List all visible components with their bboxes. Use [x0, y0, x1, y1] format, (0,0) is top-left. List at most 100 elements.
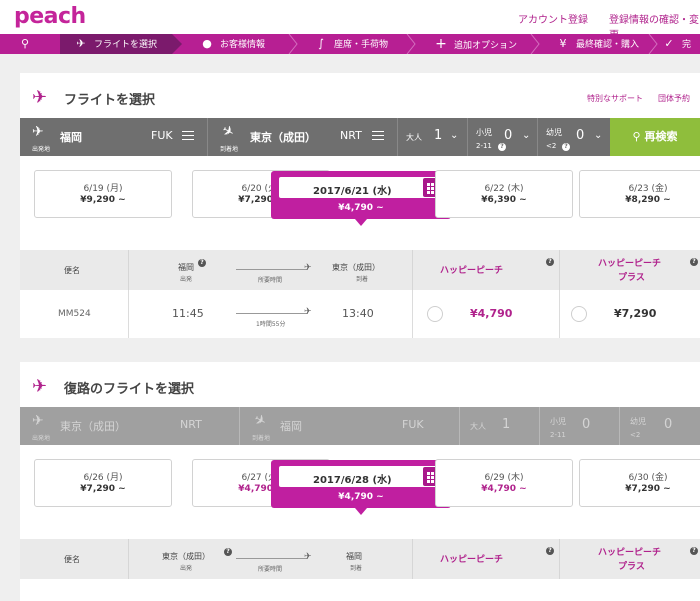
date-price: ¥7,290 ~ — [80, 484, 126, 494]
date-label: 6/19 (月) — [83, 184, 123, 194]
research-button[interactable]: ⚲ 再検索 — [610, 118, 700, 156]
seat-icon: ∫ — [318, 37, 324, 50]
child-label: 小児 — [550, 417, 566, 426]
research-label: 再検索 — [644, 130, 678, 143]
origin-selector[interactable]: ✈ 出発地 福岡 FUK — [20, 118, 208, 156]
divider — [128, 539, 129, 579]
yen-icon: ¥ — [559, 37, 567, 50]
arr-sub-header: 到着 — [350, 565, 363, 572]
step-confirm[interactable]: ¥ 最終確認・購入 — [552, 34, 662, 54]
step-options[interactable]: + 追加オプション — [426, 34, 536, 54]
search-icon: ⚲ — [632, 130, 641, 143]
adult-count: 1 — [502, 417, 511, 432]
plus-icon: + — [435, 36, 447, 52]
origin-city: 福岡 — [60, 131, 82, 144]
selected-date-box[interactable]: 2017/6/21 (水) — [279, 177, 443, 198]
chevron-down-icon: ⌄ — [594, 130, 603, 141]
help-icon[interactable]: ? — [498, 143, 506, 151]
infant-selector[interactable]: 幼児 <2 ? 0 ⌄ — [538, 118, 610, 156]
destination-code: NRT — [340, 129, 362, 142]
adult-label: 大人 — [406, 133, 422, 142]
flight-row[interactable]: MM524 11:45 ✈ 1時間55分 13:40 ¥4,790 ¥7,290 — [20, 290, 700, 338]
dep-sub-header: 出発 — [180, 565, 193, 572]
destination-selector[interactable]: ✈ 到着地 東京（成田） NRT — [208, 118, 398, 156]
selected-date[interactable]: 2017/6/21 (水) ¥4,790 ~ — [271, 171, 451, 226]
special-support-link[interactable]: 特別なサポート — [587, 93, 643, 104]
divider — [559, 250, 560, 290]
adult-count: 1 — [434, 128, 443, 143]
destination-city: 福岡 — [280, 420, 302, 433]
account-register-link[interactable]: アカウント登録 — [518, 11, 588, 26]
step-label: 座席・手荷物 — [334, 40, 389, 50]
infant-label: 幼児 — [546, 128, 562, 137]
return-title-row: ✈ 復路のフライトを選択 — [20, 362, 700, 407]
plane-icon: ✈ — [76, 37, 86, 50]
step-label: 追加オプション — [454, 41, 518, 51]
divider — [412, 539, 413, 579]
return-infant: 幼児 <2 0 — [620, 407, 700, 445]
step-customer[interactable]: ● お客様情報 — [190, 34, 300, 54]
route-bar: ✈ 出発地 福岡 FUK ✈ 到着地 東京（成田） NRT 大人 1 ⌄ 小児 … — [20, 118, 700, 156]
date-option[interactable]: 6/29 (木) ¥4,790 ~ — [435, 459, 573, 507]
chevron-down-icon: ⌄ — [450, 130, 459, 141]
plane-icon: ✈ — [32, 376, 48, 397]
departure-plane-icon: ✈ — [32, 124, 44, 140]
step-complete[interactable]: ✓ 完 — [662, 34, 700, 54]
child-sub: 2-11 — [476, 142, 492, 150]
step-search[interactable]: ⚲ — [0, 34, 60, 54]
fare-radio-happy-peach[interactable] — [427, 306, 443, 322]
help-icon[interactable]: ? — [690, 547, 698, 555]
selected-date-text: 2017/6/21 (水) — [313, 186, 392, 197]
plane-icon: ✈ — [304, 307, 312, 317]
divider — [559, 539, 560, 579]
origin-code: NRT — [180, 418, 202, 431]
adult-selector[interactable]: 大人 1 ⌄ — [398, 118, 468, 156]
date-option[interactable]: 6/22 (木) ¥6,390 ~ — [435, 170, 573, 218]
fare-radio-happy-peach-plus[interactable] — [571, 306, 587, 322]
selected-date[interactable]: 2017/6/28 (水) ¥4,790 ~ — [271, 460, 451, 515]
date-option[interactable]: 6/19 (月) ¥9,290 ~ — [34, 170, 172, 218]
origin-city: 東京（成田） — [60, 420, 126, 433]
group-booking-link[interactable]: 団体予約 — [658, 93, 690, 104]
selected-date-price: ¥4,790 ~ — [338, 492, 384, 502]
help-icon[interactable]: ? — [546, 547, 554, 555]
plane-icon: ✈ — [304, 263, 312, 273]
child-selector[interactable]: 小児 2-11 ? 0 ⌄ — [468, 118, 538, 156]
arrival-plane-icon: ✈ — [250, 411, 269, 431]
chevron-down-icon: ⌄ — [522, 130, 531, 141]
help-icon[interactable]: ? — [690, 258, 698, 266]
fare-happy-peach[interactable]: ¥4,790 — [470, 307, 512, 320]
help-icon[interactable]: ? — [224, 548, 232, 556]
infant-sub: <2 — [546, 142, 557, 150]
dep-city-header: 東京（成田） — [162, 552, 210, 561]
date-label: 6/22 (木) — [484, 184, 524, 194]
help-icon[interactable]: ? — [562, 143, 570, 151]
adult-label: 大人 — [470, 422, 486, 431]
date-option[interactable]: 6/23 (金) ¥8,290 ~ — [579, 170, 700, 218]
date-option[interactable]: 6/26 (月) ¥7,290 ~ — [34, 459, 172, 507]
dep-time: 11:45 — [172, 307, 204, 320]
origin-sub: 出発地 — [32, 146, 51, 153]
divider — [128, 290, 129, 338]
happy-peach-plus-sub: プラス — [618, 562, 645, 572]
step-seat[interactable]: ∫ 座席・手荷物 — [306, 34, 416, 54]
list-icon — [372, 131, 384, 140]
step-flight[interactable]: ✈ フライトを選択 — [60, 34, 172, 54]
child-sub: 2-11 — [550, 431, 566, 439]
happy-peach-plus-sub: プラス — [618, 273, 645, 283]
duration-header: 所要時間 — [258, 277, 283, 284]
route-line — [236, 313, 308, 314]
selected-notch — [355, 508, 367, 515]
peach-logo[interactable]: peach — [14, 4, 86, 29]
selected-date-box[interactable]: 2017/6/28 (水) — [279, 466, 443, 487]
plane-icon: ✈ — [32, 87, 48, 108]
fare-happy-peach-plus[interactable]: ¥7,290 — [614, 307, 656, 320]
step-separator — [172, 34, 182, 54]
help-icon[interactable]: ? — [198, 259, 206, 267]
happy-peach-plus-header: ハッピーピーチ — [598, 259, 662, 269]
date-option[interactable]: 6/30 (金) ¥7,290 ~ — [579, 459, 700, 507]
help-icon[interactable]: ? — [546, 258, 554, 266]
happy-peach-plus-header: ハッピーピーチ — [598, 548, 662, 558]
divider — [559, 290, 560, 338]
step-label: お客様情報 — [220, 40, 266, 50]
